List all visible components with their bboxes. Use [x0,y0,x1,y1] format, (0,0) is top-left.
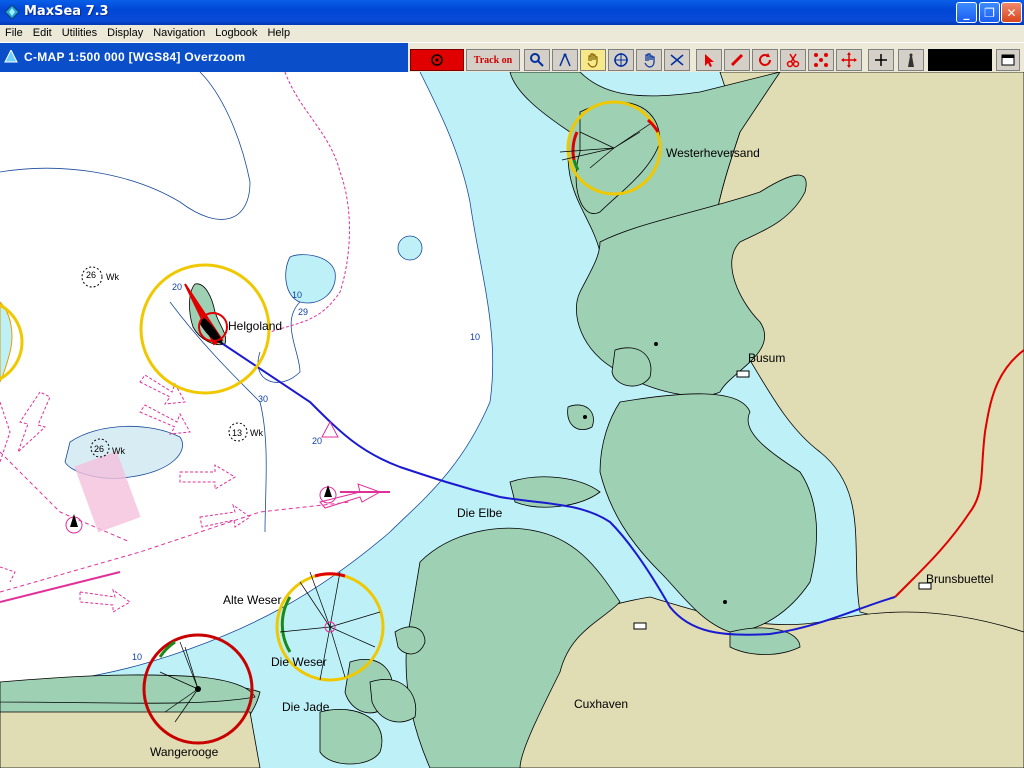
track-on-button[interactable]: Track on [466,49,520,71]
menu-logbook[interactable]: Logbook [210,25,262,42]
arrow-cursor-icon [705,54,714,67]
close-button[interactable]: ✕ [1001,2,1022,23]
depth-sounding: 10 [470,332,480,342]
place-label-busum: Busum [748,351,785,365]
depth-sounding: 20 [312,436,322,446]
tidal-flats [319,709,383,765]
compass-icon [559,53,571,67]
restore-button[interactable]: ❐ [979,2,1000,23]
beacon-dot [723,600,727,604]
shoal [397,235,423,261]
depth-sounding: 20 [172,282,182,292]
zoom-button[interactable] [524,49,550,71]
record-icon [431,54,443,66]
plus-icon [875,54,887,66]
menu-navigation[interactable]: Navigation [148,25,210,42]
tidal-flats [509,476,601,508]
route-points-button[interactable] [808,49,834,71]
menu-file[interactable]: File [0,25,28,42]
rotate-button[interactable] [752,49,778,71]
place-label-helgoland: Helgoland [228,319,282,333]
island-wangerooge [0,674,256,704]
place-label-die-elbe: Die Elbe [457,506,503,520]
menu-display[interactable]: Display [102,25,148,42]
svg-text:26: 26 [94,444,104,454]
cut-button[interactable] [780,49,806,71]
port-symbol [633,622,647,630]
place-label-brunsbuettel: Brunsbuettel [926,572,993,586]
rotate-icon [759,53,771,66]
cross-button[interactable] [868,49,894,71]
bearing-icon [670,54,684,66]
hand-icon [587,53,598,68]
title-bar: MaxSea 7.3 _ ❐ ✕ [0,0,1024,25]
depth-sounding: 29 [298,307,308,317]
beacon-dot [583,415,587,419]
menu-help[interactable]: Help [262,25,295,42]
depth-sounding: 30 [258,394,268,404]
menu-edit[interactable]: Edit [28,25,57,42]
toolbar-spacer [928,49,992,71]
chart-icon [4,50,18,63]
record-button[interactable] [410,49,464,71]
menu-utilities[interactable]: Utilities [57,25,102,42]
app-icon [5,5,19,19]
magnifier-icon [530,53,544,67]
place-label-alte-weser: Alte Weser [223,593,281,607]
nautical-chart[interactable]: 20 10 29 10 30 20 10 26 Wk 13 Wk 26 Wk H… [0,72,1024,768]
toolbar: Track on [408,43,1024,72]
minimize-icon: _ [963,6,970,20]
tidal-flats [394,626,426,655]
svg-text:Wk: Wk [106,272,119,282]
svg-text:Wk: Wk [250,428,263,438]
draw-button[interactable] [724,49,750,71]
port-symbol [736,370,750,378]
place-label-wangerooge: Wangerooge [150,745,219,759]
depth-sounding: 10 [292,290,302,300]
lighthouse-button[interactable] [898,49,924,71]
mainland-frisia [0,711,261,768]
svg-text:13: 13 [232,428,242,438]
pencil-icon [730,53,744,67]
compass-button[interactable] [552,49,578,71]
place-label-die-jade: Die Jade [282,700,330,714]
place-label-die-weser: Die Weser [271,655,327,669]
menu-bar: File Edit Utilities Display Navigation Logboo… [0,25,1024,42]
chart-scale-label: C-MAP 1:500 000 [WGS84] Overzoom [24,50,246,64]
layers-button[interactable] [996,49,1020,71]
target-button[interactable] [608,49,634,71]
track-on-label: Track on [473,54,513,66]
crosshair-icon [614,53,628,67]
scissors-icon [786,53,800,68]
beacon-dot [654,342,658,346]
lighthouse-dot [195,686,201,692]
pan-button[interactable] [636,49,662,71]
hand-tool-button[interactable] [580,49,606,71]
move-button[interactable] [836,49,862,71]
tidal-flats [567,404,594,431]
window-icon [1001,54,1015,66]
restore-icon: ❐ [984,6,995,20]
move-arrows-icon [841,52,857,68]
place-label-westerheversand: Westerheversand [666,146,760,160]
place-label-cuxhaven: Cuxhaven [574,697,628,711]
route-points-icon [814,53,828,67]
mainland-south [519,596,1024,768]
svg-text:26: 26 [86,270,96,280]
tidal-flats [599,393,817,633]
window-title: MaxSea 7.3 [24,4,109,19]
pointer-hand-icon [644,53,655,68]
lighthouse-icon [908,53,914,67]
minimize-button[interactable]: _ [956,2,977,23]
chart-map[interactable]: 20 10 29 10 30 20 10 26 Wk 13 Wk 26 Wk H… [0,72,1024,768]
bearing-button[interactable] [664,49,690,71]
select-button[interactable] [696,49,722,71]
depth-sounding: 10 [132,652,142,662]
svg-text:Wk: Wk [112,446,125,456]
close-icon: ✕ [1006,6,1017,20]
chart-header: C-MAP 1:500 000 [WGS84] Overzoom [0,43,408,72]
